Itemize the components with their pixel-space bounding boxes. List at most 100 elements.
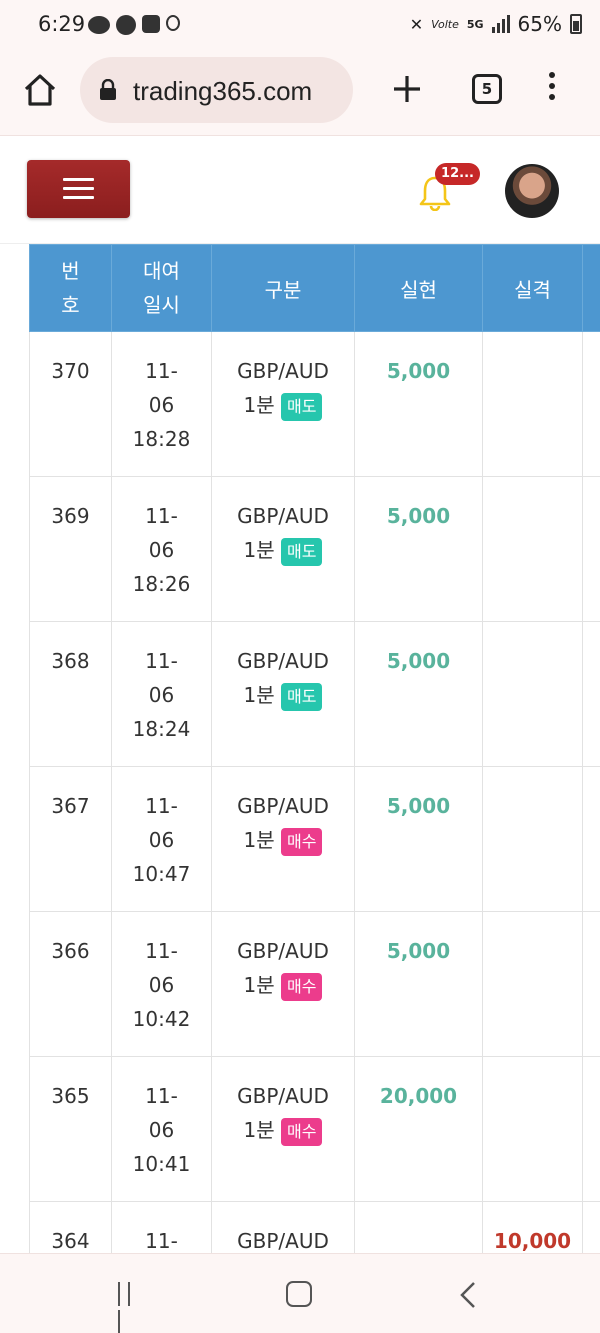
row-type: GBP/AUD 1분 매도	[211, 476, 355, 622]
row-date-part: 18:26	[132, 572, 191, 596]
row-date-part: 11-	[145, 359, 178, 383]
header-date-line2: 일시	[143, 293, 180, 317]
side-badge: 매수	[281, 972, 323, 1001]
header-realized: 실현	[354, 244, 483, 332]
row-type: GBP/AUD 1분 매수	[211, 766, 355, 912]
row-date-part: 06	[148, 393, 175, 417]
row-no: 370	[29, 331, 112, 477]
row-lost: 10,000	[482, 1201, 583, 1253]
header-date-line1: 대여	[143, 259, 180, 283]
row-date: 11- 06 18:26	[111, 476, 212, 622]
row-date-part: 11-	[145, 1229, 178, 1253]
row-period: 1분	[243, 393, 275, 417]
header-lost: 실격	[482, 244, 583, 332]
row-lost	[482, 621, 583, 767]
sync-icon	[166, 15, 180, 31]
row-date-part: 06	[148, 1118, 175, 1142]
table-row: 370 11- 06 18:28 GBP/AUD 1분 매도 5,000	[29, 331, 600, 477]
row-period: 1분	[243, 973, 275, 997]
row-no: 366	[29, 911, 112, 1057]
row-date-part: 11-	[145, 649, 178, 673]
row-realized	[354, 1201, 483, 1253]
back-chevron-icon[interactable]	[458, 1280, 478, 1310]
row-extra	[582, 1056, 600, 1202]
row-date-part: 11-	[145, 1084, 178, 1108]
row-date-part: 06	[148, 538, 175, 562]
volte-label: Volte	[431, 17, 459, 31]
table-header-row: 번호 대여일시 구분 실현 실격	[29, 244, 600, 332]
row-date: 11- 06 18:24	[111, 621, 212, 767]
row-extra	[582, 1201, 600, 1253]
row-date-part: 10:42	[132, 1007, 191, 1031]
header-no-line1: 번	[61, 259, 80, 283]
tab-switcher-button[interactable]: 5	[472, 74, 502, 104]
status-notification-icons	[88, 15, 180, 35]
notification-badge: 12...	[435, 163, 480, 185]
row-period-side: 1분 매수	[212, 968, 354, 1002]
row-extra	[582, 911, 600, 1057]
status-right: ✕ Volte 5G 65%	[410, 12, 582, 36]
address-bar[interactable]: trading365.com	[80, 57, 353, 123]
site-header: 12...	[0, 137, 600, 244]
row-period: 1분	[243, 683, 275, 707]
row-type: GBP/AUD 1분 매도	[211, 621, 355, 767]
home-square-icon[interactable]	[286, 1281, 312, 1307]
row-date: 11-	[111, 1201, 212, 1253]
table-row: 366 11- 06 10:42 GBP/AUD 1분 매수 5,000	[29, 911, 600, 1057]
row-no: 364	[29, 1201, 112, 1253]
more-vertical-icon[interactable]	[546, 72, 558, 108]
header-type: 구분	[211, 244, 355, 332]
header-no-line2: 호	[61, 293, 80, 317]
table-row: 367 11- 06 10:47 GBP/AUD 1분 매수 5,000	[29, 766, 600, 912]
history-table-container[interactable]: 번호 대여 일시 구분 실현 실격 370 11- 06 18:28 GBP/AUD 1분 …	[29, 244, 600, 1253]
row-extra	[582, 331, 600, 477]
side-badge: 매도	[281, 682, 323, 711]
row-lost	[482, 911, 583, 1057]
recent-apps-icon[interactable]	[118, 1282, 144, 1333]
row-period-side: 1분 매수	[212, 1113, 354, 1147]
battery-percent: 65%	[517, 12, 562, 36]
plus-icon[interactable]	[390, 72, 424, 106]
table-body: 370 11- 06 18:28 GBP/AUD 1분 매도 5,000 369 11- 06 18…	[29, 331, 600, 1253]
home-icon[interactable]	[22, 72, 58, 108]
gallery-icon	[142, 15, 160, 33]
row-date-part: 06	[148, 973, 175, 997]
row-date: 11- 06 10:42	[111, 911, 212, 1057]
lock-icon	[100, 79, 116, 100]
row-lost	[482, 766, 583, 912]
header-extra	[582, 244, 600, 332]
battery-icon	[570, 14, 582, 34]
avatar[interactable]	[505, 164, 559, 218]
talk-icon	[88, 16, 110, 34]
row-pair: GBP/AUD	[237, 359, 329, 383]
side-badge: 매도	[281, 392, 323, 421]
row-extra	[582, 621, 600, 767]
header-no: 번호	[29, 244, 112, 332]
network-label: 5G	[466, 17, 484, 31]
row-extra	[582, 766, 600, 912]
mute-icon: ✕	[409, 14, 424, 34]
row-period-side: 1분 매도	[212, 388, 354, 422]
signal-icon	[491, 15, 510, 33]
row-date-part: 18:28	[132, 427, 191, 451]
row-pair: GBP/AUD	[237, 1229, 329, 1253]
url-text[interactable]: trading365.com	[133, 76, 312, 107]
row-date-part: 06	[148, 828, 175, 852]
row-period: 1분	[243, 828, 275, 852]
row-no: 365	[29, 1056, 112, 1202]
row-type: GBP/AUD 1분 매도	[211, 331, 355, 477]
row-realized: 5,000	[354, 476, 483, 622]
row-period-side: 1분 매수	[212, 823, 354, 857]
row-realized: 5,000	[354, 911, 483, 1057]
row-type: GBP/AUD 1분 매수	[211, 911, 355, 1057]
hamburger-menu-button[interactable]	[27, 160, 130, 218]
row-realized: 5,000	[354, 621, 483, 767]
status-time: 6:29	[38, 12, 86, 36]
row-date-part: 10:41	[132, 1152, 191, 1176]
row-date-part: 18:24	[132, 717, 191, 741]
table-row: 368 11- 06 18:24 GBP/AUD 1분 매도 5,000	[29, 621, 600, 767]
row-period-side: 1분 매도	[212, 678, 354, 712]
browser-toolbar: trading365.com 5	[0, 52, 600, 136]
table-row: 369 11- 06 18:26 GBP/AUD 1분 매도 5,000	[29, 476, 600, 622]
row-date: 11- 06 18:28	[111, 331, 212, 477]
